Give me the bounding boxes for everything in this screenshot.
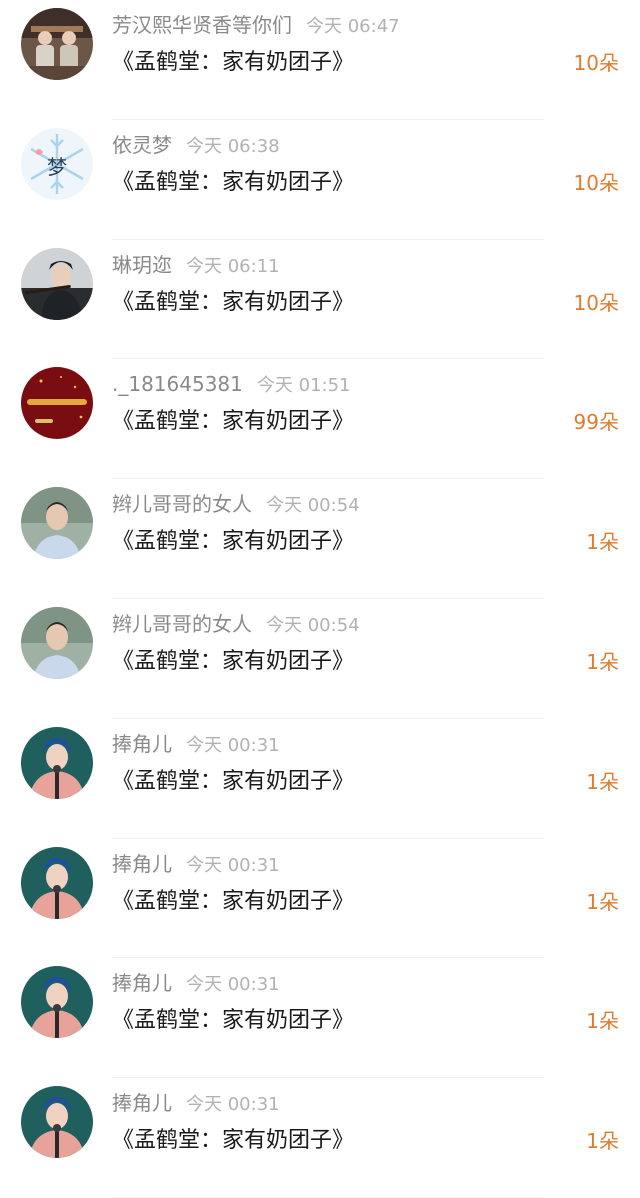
item-meta: 辫儿哥哥的女人 今天 00:54	[112, 609, 360, 641]
timestamp: 今天 00:31	[186, 854, 280, 876]
item-meta: 芳汉熙华贤香等你们 今天 06:47	[112, 10, 400, 42]
item-meta: 琳玥迩 今天 06:11	[112, 250, 280, 282]
item-meta: 捧角儿 今天 00:31	[112, 1088, 280, 1120]
item-meta: 捧角儿 今天 00:31	[112, 849, 280, 881]
item-title: 《孟鹤堂：家有奶团子》	[112, 1128, 355, 1154]
singer-microphone-avatar[interactable]	[21, 846, 93, 919]
username[interactable]: 捧角儿	[112, 971, 172, 995]
username[interactable]: ._181645381	[112, 372, 243, 396]
list-item[interactable]: 梦 依灵梦 今天 06:38 《孟鹤堂：家有奶团子》 10朵	[0, 120, 640, 240]
man-blue-shirt-avatar[interactable]	[21, 487, 93, 560]
svg-text:梦: 梦	[47, 155, 67, 179]
singer-microphone-avatar[interactable]	[21, 726, 93, 799]
flower-count: 1朵	[586, 1129, 619, 1154]
list-item[interactable]: ._181645381 今天 01:51 《孟鹤堂：家有奶团子》 99朵	[0, 359, 640, 480]
timestamp: 今天 00:54	[266, 495, 360, 517]
username[interactable]: 芳汉熙华贤香等你们	[112, 13, 292, 37]
singer-microphone-avatar[interactable]	[21, 966, 93, 1039]
flower-count: 10朵	[573, 170, 619, 195]
crosstalk-duo-avatar[interactable]	[21, 8, 93, 80]
gift-record-list: 芳汉熙华贤香等你们 今天 06:47 《孟鹤堂：家有奶团子》 10朵 梦依灵梦 今天 0…	[0, 0, 640, 1198]
username[interactable]: 捧角儿	[112, 732, 172, 756]
username[interactable]: 辫儿哥哥的女人	[112, 492, 252, 516]
flower-count: 1朵	[586, 1009, 619, 1034]
item-meta: 辫儿哥哥的女人 今天 00:54	[112, 489, 360, 521]
item-title: 《孟鹤堂：家有奶团子》	[112, 50, 355, 75]
snowflake-meng-avatar[interactable]: 梦	[21, 127, 93, 200]
username[interactable]: 捧角儿	[112, 852, 172, 876]
item-meta: 捧角儿 今天 00:31	[112, 968, 280, 1000]
list-item[interactable]: 辫儿哥哥的女人 今天 00:54 《孟鹤堂：家有奶团子》 1朵	[0, 479, 640, 599]
item-meta: ._181645381 今天 01:51	[112, 369, 351, 401]
item-meta: 依灵梦 今天 06:38	[112, 130, 280, 162]
timestamp: 今天 01:51	[256, 375, 351, 397]
username[interactable]: 辫儿哥哥的女人	[112, 612, 252, 636]
timestamp: 今天 00:54	[266, 614, 360, 636]
flute-player-avatar[interactable]	[21, 247, 93, 320]
flower-count: 1朵	[586, 649, 619, 674]
timestamp: 今天 00:31	[186, 1094, 280, 1116]
username[interactable]: 依灵梦	[112, 133, 172, 157]
username[interactable]: 琳玥迩	[112, 253, 172, 277]
item-title: 《孟鹤堂：家有奶团子》	[112, 409, 355, 435]
flower-count: 1朵	[586, 530, 619, 555]
flower-count: 10朵	[573, 290, 619, 315]
item-title: 《孟鹤堂：家有奶团子》	[112, 648, 355, 674]
flower-count: 99朵	[573, 410, 619, 435]
item-title: 《孟鹤堂：家有奶团子》	[112, 289, 355, 315]
item-title: 《孟鹤堂：家有奶团子》	[112, 768, 355, 794]
list-item[interactable]: 捧角儿 今天 00:31 《孟鹤堂：家有奶团子》 1朵	[0, 1078, 640, 1198]
flower-count: 10朵	[573, 51, 619, 75]
timestamp: 今天 06:11	[186, 255, 280, 277]
item-title: 《孟鹤堂：家有奶团子》	[112, 529, 355, 555]
item-title: 《孟鹤堂：家有奶团子》	[112, 169, 355, 195]
timestamp: 今天 06:38	[186, 135, 280, 157]
flower-count: 1朵	[586, 769, 619, 794]
singer-microphone-avatar[interactable]	[21, 1086, 93, 1159]
timestamp: 今天 00:31	[186, 974, 280, 996]
red-banner-avatar[interactable]	[21, 367, 93, 440]
timestamp: 今天 06:47	[306, 16, 400, 37]
list-item[interactable]: 捧角儿 今天 00:31 《孟鹤堂：家有奶团子》 1朵	[0, 719, 640, 839]
list-item[interactable]: 辫儿哥哥的女人 今天 00:54 《孟鹤堂：家有奶团子》 1朵	[0, 599, 640, 719]
man-blue-shirt-avatar[interactable]	[21, 606, 93, 679]
list-item[interactable]: 芳汉熙华贤香等你们 今天 06:47 《孟鹤堂：家有奶团子》 10朵	[0, 0, 640, 120]
item-meta: 捧角儿 今天 00:31	[112, 729, 280, 761]
list-item[interactable]: 琳玥迩 今天 06:11 《孟鹤堂：家有奶团子》 10朵	[0, 240, 640, 360]
flower-count: 1朵	[586, 889, 619, 914]
item-title: 《孟鹤堂：家有奶团子》	[112, 1008, 355, 1034]
list-item[interactable]: 捧角儿 今天 00:31 《孟鹤堂：家有奶团子》 1朵	[0, 958, 640, 1079]
list-item[interactable]: 捧角儿 今天 00:31 《孟鹤堂：家有奶团子》 1朵	[0, 839, 640, 959]
item-title: 《孟鹤堂：家有奶团子》	[112, 888, 355, 914]
timestamp: 今天 00:31	[186, 734, 280, 756]
username[interactable]: 捧角儿	[112, 1091, 172, 1115]
